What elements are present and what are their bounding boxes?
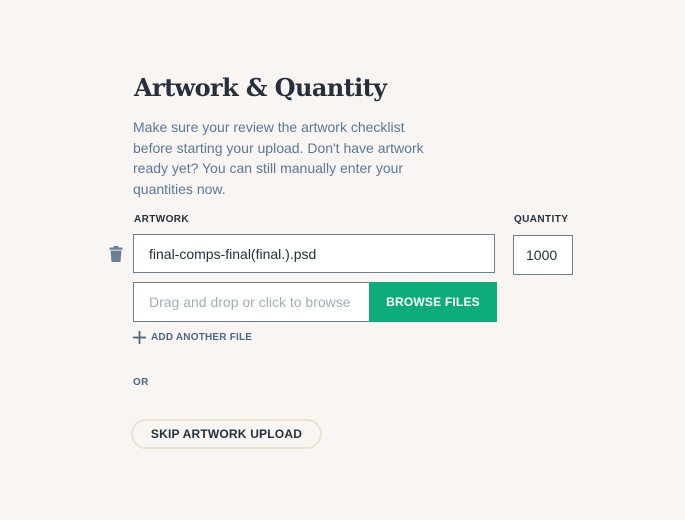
quantity-label: QUANTITY: [514, 214, 569, 225]
artwork-label: ARTWORK: [134, 214, 190, 225]
file-drop-zone[interactable]: Drag and drop or click to browse BROWSE …: [133, 282, 497, 322]
artwork-filename-field[interactable]: final-comps-final(final.).psd: [133, 234, 495, 273]
add-another-file-label: ADD ANOTHER FILE: [151, 331, 253, 343]
quantity-input[interactable]: 1000: [513, 235, 573, 275]
skip-artwork-upload-button[interactable]: SKIP ARTWORK UPLOAD: [131, 419, 322, 449]
section-description: Make sure your review the artwork checkl…: [133, 119, 424, 197]
add-another-file-link[interactable]: ADD ANOTHER FILE: [133, 329, 252, 345]
drop-zone-placeholder: Drag and drop or click to browse: [149, 294, 351, 310]
or-divider-label: OR: [133, 377, 149, 388]
plus-icon: [133, 330, 146, 344]
trash-icon[interactable]: [109, 246, 123, 262]
section-title: Artwork & Quantity: [134, 73, 387, 102]
browse-files-button[interactable]: BROWSE FILES: [369, 282, 497, 322]
